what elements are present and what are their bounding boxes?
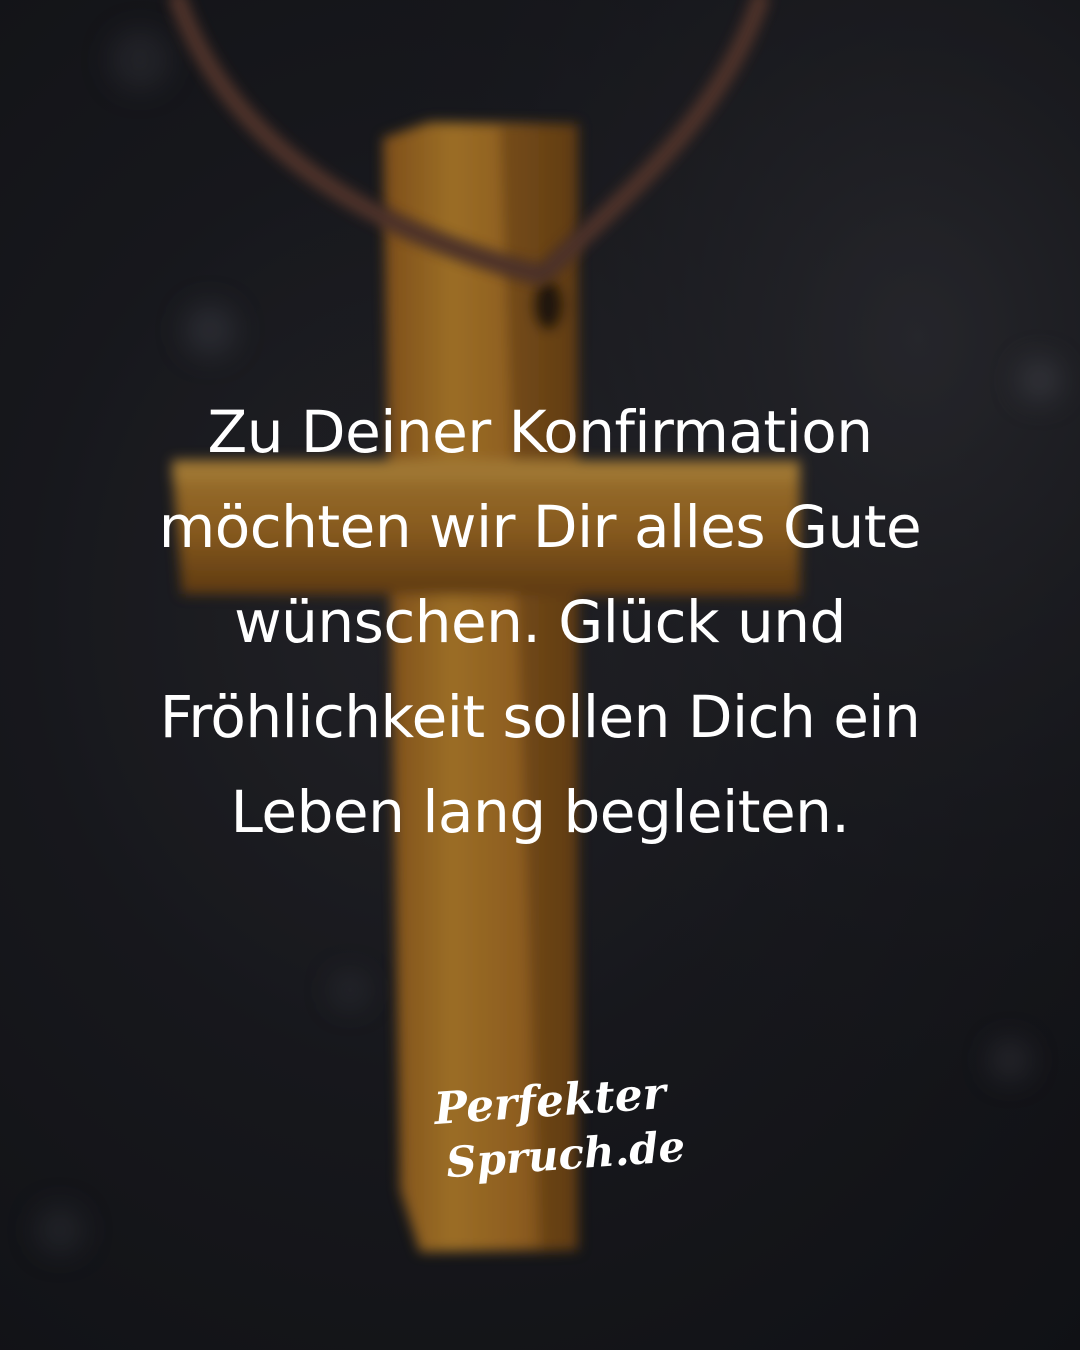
- confirmation-quote: Zu Deiner Konfirmation möchten wir Dir a…: [60, 385, 1020, 860]
- quote-line: Fröhlichkeit sollen Dich ein: [159, 683, 921, 751]
- perfekter-spruch-logo: Perfekter Spruch.de: [420, 1068, 687, 1198]
- quote-card: Zu Deiner Konfirmation möchten wir Dir a…: [0, 0, 1080, 1350]
- quote-line: wünschen. Glück und: [234, 588, 846, 656]
- quote-line: Zu Deiner Konfirmation: [207, 398, 873, 466]
- quote-line: Leben lang begleiten.: [230, 778, 850, 846]
- quote-line: möchten wir Dir alles Gute: [158, 493, 922, 561]
